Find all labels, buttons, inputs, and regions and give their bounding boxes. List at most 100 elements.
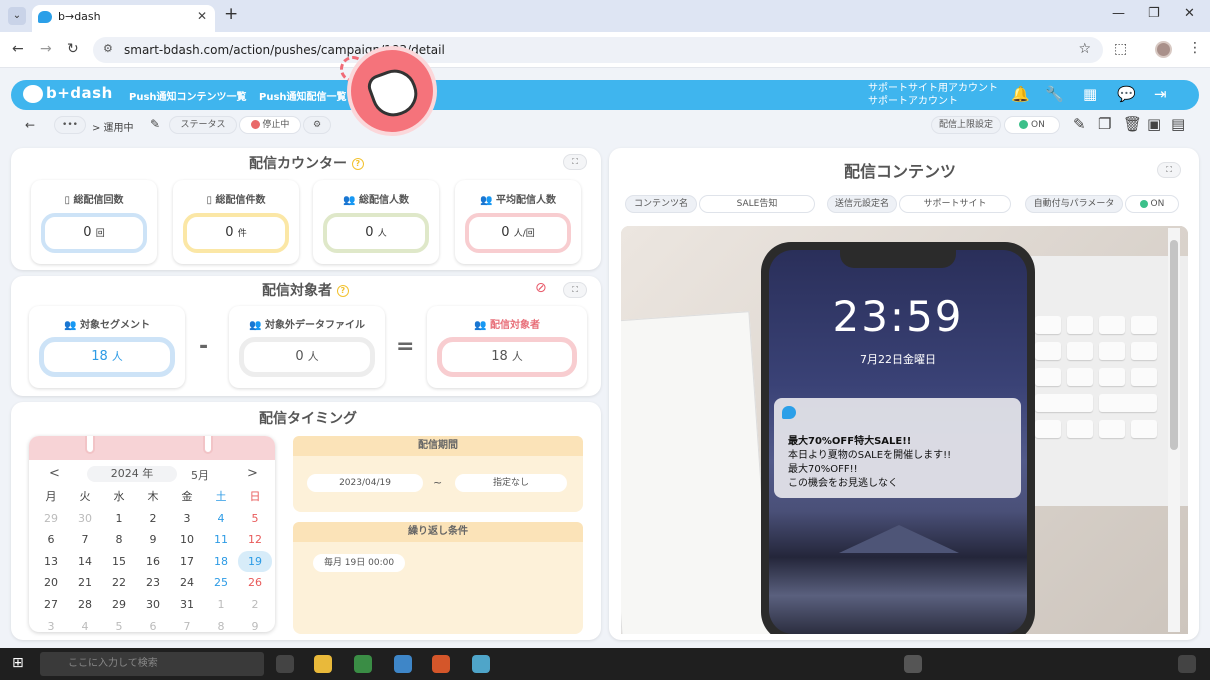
status-value-pill[interactable]: 停止中 <box>239 116 301 134</box>
window-maximize-icon[interactable]: ❐ <box>1148 6 1160 21</box>
bell-icon[interactable]: 🔔 <box>1011 85 1030 103</box>
taskbar-search[interactable]: ここに入力して検索 <box>40 652 264 676</box>
browser-tab[interactable]: b→dash ✕ <box>32 5 215 32</box>
grid-menu-icon[interactable]: ▦ <box>1083 85 1097 103</box>
status-settings-gear-icon[interactable]: ⚙ <box>303 116 331 134</box>
notebook-paper <box>621 311 773 634</box>
expand-icon[interactable]: ⛶ <box>563 154 587 170</box>
app-icon[interactable] <box>472 655 490 673</box>
help-question-icon[interactable]: ? <box>351 158 364 170</box>
phone-clock: 23:59 <box>832 292 964 341</box>
calendar-next-button[interactable]: > <box>247 466 258 481</box>
minus-operator: - <box>199 334 209 359</box>
account-name: サポートサイト用アカウント サポートアカウント <box>868 83 998 107</box>
back-arrow-icon[interactable]: ← <box>12 41 24 57</box>
phone-icon: ▯ <box>64 195 71 206</box>
counter-card-total-count: ▯ 総配信回数 0 回 <box>31 180 157 264</box>
period-end-date[interactable]: 指定なし <box>455 474 567 492</box>
archive-icon[interactable]: ▣ <box>1147 115 1161 133</box>
window-minimize-icon[interactable]: — <box>1112 6 1125 21</box>
help-question-icon[interactable]: ? <box>336 285 349 297</box>
nav-push-delivery-list[interactable]: Push通知配信一覧 <box>259 88 347 103</box>
profile-avatar[interactable] <box>1155 41 1172 58</box>
site-settings-icon[interactable]: ⚙ <box>103 42 113 55</box>
new-tab-icon[interactable]: + <box>224 4 238 24</box>
nav-push-content-list[interactable]: Push通知コンテンツ一覧 <box>129 88 247 103</box>
calendar-week[interactable]: 3456789 <box>34 616 272 632</box>
edit-icon[interactable]: ✎ <box>1073 115 1086 133</box>
chat-support-icon[interactable]: 💬 <box>1117 85 1136 103</box>
excluded-datafile-card: 👥 対象外データファイル 0 人 <box>229 306 385 388</box>
forward-arrow-icon[interactable]: → <box>40 41 52 57</box>
scrollbar-thumb[interactable] <box>1170 240 1178 450</box>
period-separator: ~ <box>433 476 443 489</box>
bookmark-star-icon[interactable]: ☆ <box>1078 41 1091 57</box>
status-label: ステータス <box>169 116 237 134</box>
calendar-header <box>29 436 275 460</box>
bdash-logo[interactable]: b+dash <box>23 84 113 103</box>
calendar-week[interactable]: 27 28 29 30 31 1 2 <box>34 594 272 616</box>
target-segment-card: 👥 対象セグメント 18 人 <box>29 306 185 388</box>
repeat-condition-body: 毎月 19日 00:00 <box>293 542 583 634</box>
calendar-year[interactable]: 2024 年 <box>87 466 177 482</box>
repeat-condition-value[interactable]: 毎月 19日 00:00 <box>313 554 405 572</box>
keyboard-image <box>1021 256 1188 506</box>
powerpoint-icon[interactable] <box>432 655 450 673</box>
timing-title: 配信タイミング <box>259 411 357 427</box>
breadcrumb-dots-button[interactable]: ••• <box>54 116 86 134</box>
calendar-week[interactable]: 20 21 22 23 24 25 26 <box>34 572 272 594</box>
on-indicator-icon <box>1019 120 1029 129</box>
copy-icon[interactable]: ❐ <box>1098 115 1111 133</box>
calendar-week[interactable]: 13 14 15 16 17 18 19 <box>34 550 272 573</box>
calendar-prev-button[interactable]: < <box>49 466 60 481</box>
weather-icon[interactable] <box>904 655 922 673</box>
reload-icon[interactable]: ↻ <box>67 41 79 57</box>
delivery-period-header: 配信期間 <box>293 436 583 456</box>
calendar-week[interactable]: 29 30 1 2 3 4 5 <box>34 508 272 530</box>
delivery-limit-toggle[interactable]: ON <box>1004 116 1060 134</box>
chrome-icon[interactable] <box>354 655 372 673</box>
bdash-favicon-icon <box>38 11 52 23</box>
app-icon[interactable] <box>394 655 412 673</box>
calendar-week[interactable]: 6 7 8 9 10 11 12 <box>34 529 272 551</box>
url-field[interactable]: ⚙ smart-bdash.com/action/pushes/campaign… <box>93 37 1103 63</box>
window-close-icon[interactable]: ✕ <box>1184 6 1195 21</box>
notification-center-icon[interactable] <box>1178 655 1196 673</box>
targets-title: 配信対象者 ? <box>262 280 349 300</box>
start-icon[interactable]: ⊞ <box>12 655 24 671</box>
counter-card-average-people: 👥 平均配信人数 0 人/回 <box>455 180 581 264</box>
wrench-icon[interactable]: 🔧 <box>1045 85 1064 103</box>
repeat-condition-header: 繰り返し条件 <box>293 522 583 542</box>
calendar-month[interactable]: 5月 <box>191 467 209 483</box>
pause-icon <box>250 120 260 129</box>
os-taskbar: ⊞ ここに入力して検索 <box>0 648 1210 680</box>
expand-icon[interactable]: ⛶ <box>1157 162 1181 178</box>
push-preview-image: 23:59 7月22日金曜日 最大70%OFF特大SALE!! 本日より夏物のS… <box>621 226 1188 634</box>
app-bubble-icon <box>782 406 796 419</box>
back-icon[interactable]: ← <box>25 118 35 132</box>
browser-menu-icon[interactable]: ⋮ <box>1188 40 1202 56</box>
calendar: < 2024 年 5月 > 月火水木金土日 29 30 1 2 3 4 5 6 7 8 9 10 11… <box>29 436 275 632</box>
document-icon[interactable]: ▤ <box>1171 115 1185 133</box>
tab-list-chevron-icon[interactable]: ⌄ <box>8 7 26 25</box>
preview-scrollbar[interactable] <box>1168 228 1180 632</box>
content-title: 配信コンテンツ <box>844 162 957 181</box>
trash-icon[interactable]: 🗑 <box>1123 115 1142 133</box>
period-start-date[interactable]: 2023/04/19 <box>307 474 423 492</box>
extensions-icon[interactable]: ⬚ <box>1114 41 1127 57</box>
task-view-icon[interactable] <box>276 655 294 673</box>
expand-icon[interactable]: ⛶ <box>563 282 587 298</box>
delivery-content-panel: 配信コンテンツ ⛶ コンテンツ名 SALE告知 送信元設定名 サポートサイト 自… <box>609 148 1199 640</box>
file-explorer-icon[interactable] <box>314 655 332 673</box>
tab-close-icon[interactable]: ✕ <box>197 9 207 23</box>
phone-lock-screen: 23:59 7月22日金曜日 最大70%OFF特大SALE!! 本日より夏物のS… <box>769 250 1027 634</box>
pointing-hand-icon <box>364 63 424 123</box>
counter-card-total-people: 👥 総配信人数 0 人 <box>313 180 439 264</box>
delivery-limit-label: 配信上限設定 <box>931 116 1001 134</box>
calendar-selected-day: 19 <box>238 550 272 573</box>
no-entry-icon[interactable]: ⊘ <box>535 280 547 296</box>
app-header: b+dash Push通知コンテンツ一覧 Push通知配信一覧 サポートサイト用… <box>11 80 1199 110</box>
pencil-edit-icon[interactable]: ✎ <box>150 117 160 131</box>
logout-icon[interactable]: ⇥ <box>1154 85 1167 103</box>
tab-title: b→dash <box>58 10 101 23</box>
